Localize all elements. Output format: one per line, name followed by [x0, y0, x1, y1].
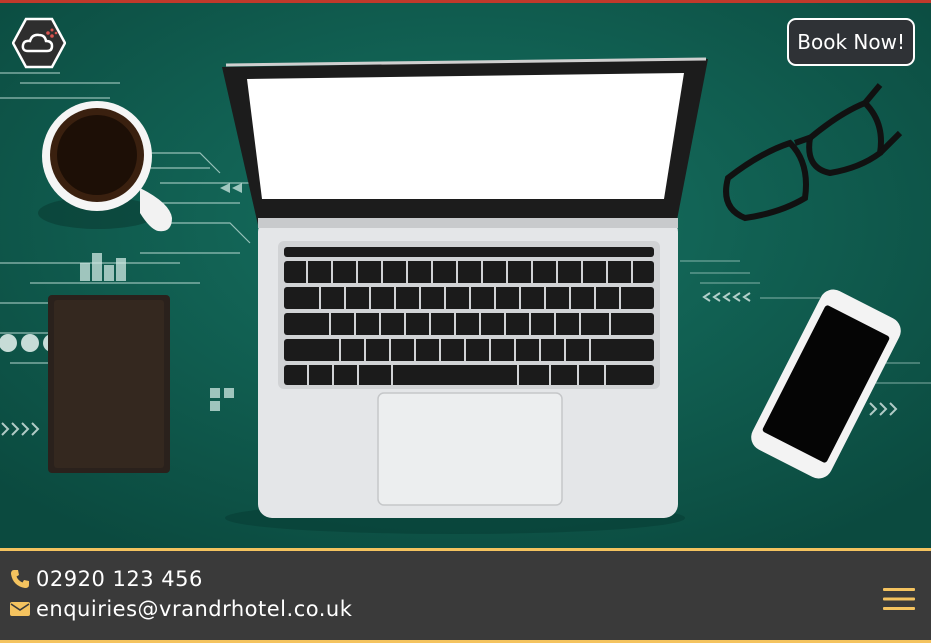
hero-image: Book Now!: [0, 3, 931, 548]
hero-illustration: [0, 3, 931, 548]
contact-bar: 02920 123 456 enquiries@vrandrhotel.co.u…: [0, 548, 931, 643]
envelope-icon: [10, 602, 30, 616]
email-address: enquiries@vrandrhotel.co.uk: [36, 597, 353, 621]
page: Book Now! 02920 123 456 enquiries@vrandr…: [0, 0, 931, 643]
hotel-logo-icon[interactable]: [12, 17, 66, 69]
phone-link[interactable]: 02920 123 456: [10, 567, 203, 591]
phone-number: 02920 123 456: [36, 567, 203, 591]
hamburger-menu-icon[interactable]: [883, 587, 915, 611]
email-link[interactable]: enquiries@vrandrhotel.co.uk: [10, 597, 352, 621]
book-now-button[interactable]: Book Now!: [787, 18, 915, 66]
phone-icon: [11, 570, 29, 588]
